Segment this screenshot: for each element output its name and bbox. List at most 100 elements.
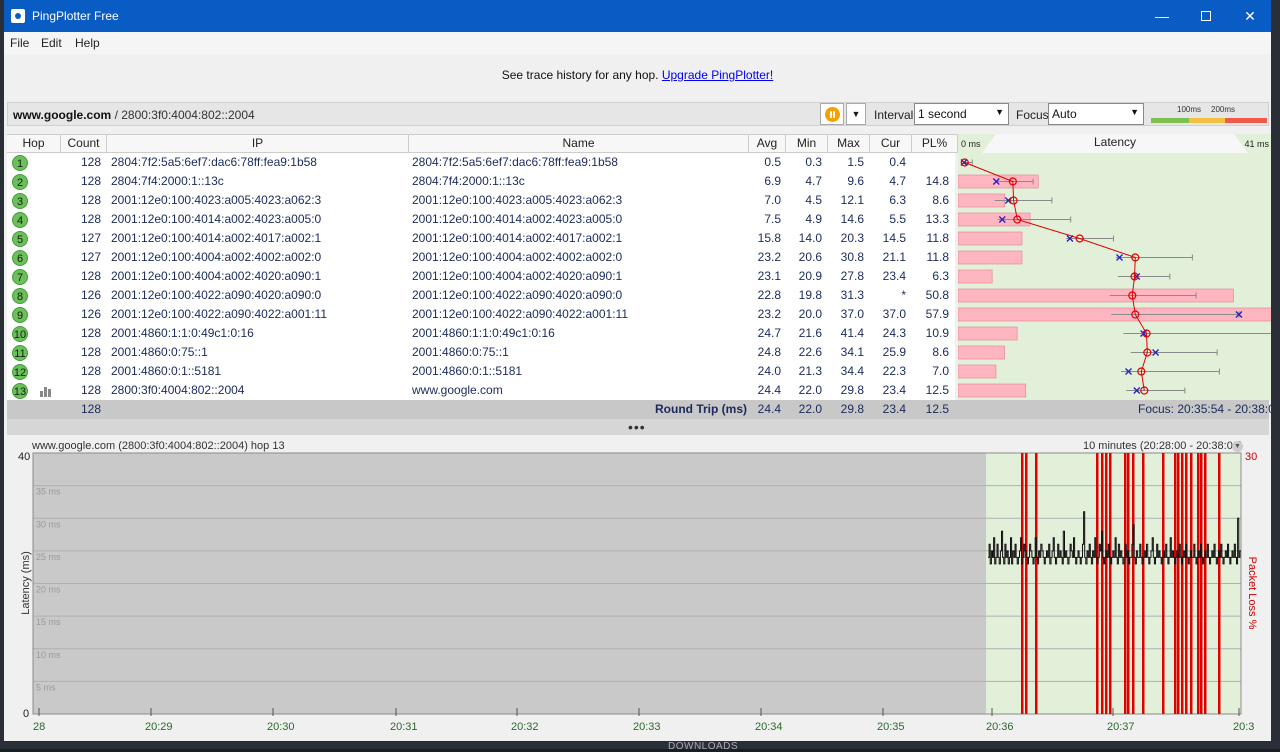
hop-name: 2001:12e0:100:4014:a002:4023:a005:0	[412, 212, 623, 226]
hop-row[interactable]: 3 128 2001:12e0:100:4023:a005:4023:a062:3 2…	[7, 191, 955, 210]
hop-row[interactable]: 10 128 2001:4860:1:1:0:49c1:0:16 2001:4860:…	[7, 324, 955, 343]
panel-splitter[interactable]: •••	[7, 419, 1269, 435]
packet-loss-bar	[958, 383, 1027, 398]
latency-scale: 100ms 200ms	[1151, 104, 1269, 124]
x-tick-label: 20:29	[145, 721, 173, 733]
hop-number-badge: 3	[12, 193, 28, 209]
grid-label: 10 ms	[36, 650, 61, 660]
col-min[interactable]: Min	[786, 135, 828, 153]
hop-ip: 2001:12e0:100:4022:a090:4020:a090:0	[111, 288, 322, 302]
summary-row: 128 Round Trip (ms) 24.4 22.0 29.8 23.4 …	[7, 400, 1271, 419]
x-tick-label: 28	[33, 721, 45, 733]
hop-pl: 10.9	[925, 326, 949, 340]
hop-name: www.google.com	[412, 383, 503, 397]
target-address[interactable]: www.google.com / 2800:3f0:4004:802::2004	[13, 108, 255, 122]
hop-row[interactable]: 2 128 2804:7f4:2000:1::13c 2804:7f4:2000:1:…	[7, 172, 955, 191]
hop-ip: 2001:12e0:100:4004:a002:4002:a002:0	[111, 250, 322, 264]
app-window: PingPlotter Free — ✕ File Edit Help See …	[4, 0, 1271, 741]
title-bar[interactable]: PingPlotter Free — ✕	[4, 0, 1271, 32]
target-bar: www.google.com / 2800:3f0:4004:802::2004…	[7, 102, 1269, 126]
desktop-background-bottom	[0, 741, 1280, 749]
hop-avg: 7.5	[764, 212, 781, 226]
packet-loss-bar	[958, 345, 1005, 360]
upgrade-banner: See trace history for any hop. Upgrade P…	[4, 68, 1271, 82]
hop-row[interactable]: 8 126 2001:12e0:100:4022:a090:4020:a090:0 2…	[7, 286, 955, 305]
hop-number-badge: 7	[12, 269, 28, 285]
col-name[interactable]: Name	[409, 135, 749, 153]
grid-label: 15 ms	[36, 617, 61, 627]
menu-help[interactable]: Help	[75, 36, 100, 50]
hop-row[interactable]: 9 126 2001:12e0:100:4022:a090:4022:a001:11…	[7, 305, 955, 324]
pause-icon	[825, 107, 840, 122]
packet-loss-line	[1021, 453, 1024, 714]
hop-row[interactable]: 11 128 2001:4860:0:75::1 2001:4860:0:75::1 2…	[7, 343, 955, 362]
packet-loss-line	[1181, 453, 1184, 714]
scale-good-bar	[1151, 118, 1189, 123]
hop-row[interactable]: 12 128 2001:4860:0:1::5181 2001:4860:0:1::5…	[7, 362, 955, 381]
packet-loss-line	[1190, 453, 1193, 714]
col-max[interactable]: Max	[828, 135, 870, 153]
hop-count: 128	[80, 155, 101, 169]
hop-row[interactable]: 13 128 2800:3f0:4004:802::2004 www.google.c…	[7, 381, 955, 400]
hop-min: 4.9	[805, 212, 822, 226]
hop-pl: 6.3	[932, 269, 949, 283]
timeline-graph[interactable]: 40 0 30 Latency (ms) Packet Loss % 35 ms…	[4, 448, 1271, 741]
menu-file[interactable]: File	[10, 36, 29, 50]
x-tick-label: 20:30	[267, 721, 295, 733]
hop-row[interactable]: 4 128 2001:12e0:100:4014:a002:4023:a005:0 2…	[7, 210, 955, 229]
hop-count: 128	[80, 364, 101, 378]
minimize-button[interactable]: —	[1140, 0, 1184, 32]
hop-max: 1.5	[847, 155, 864, 169]
hop-row[interactable]: 5 127 2001:12e0:100:4014:a002:4017:a002:1 2…	[7, 229, 955, 248]
col-avg[interactable]: Avg	[749, 135, 786, 153]
col-cur[interactable]: Cur	[870, 135, 912, 153]
hop-number-badge: 5	[12, 231, 28, 247]
packet-loss-line	[1200, 453, 1203, 714]
hop-count: 128	[80, 212, 101, 226]
latency-header[interactable]: Latency 0 ms 41 ms	[958, 134, 1271, 153]
grid-label: 5 ms	[36, 682, 56, 692]
pause-dropdown-button[interactable]: ▼	[846, 103, 866, 125]
summary-avg: 24.4	[757, 402, 781, 416]
hop-number-badge: 12	[12, 364, 28, 380]
col-ip[interactable]: IP	[107, 135, 409, 153]
hop-pl: 14.8	[925, 174, 949, 188]
pause-button[interactable]	[820, 103, 844, 125]
hop-count: 128	[80, 345, 101, 359]
hop-cur: 25.9	[882, 345, 906, 359]
hop-min: 4.7	[805, 174, 822, 188]
hop-pl: 57.9	[925, 307, 949, 321]
hop-ip: 2804:7f4:2000:1::13c	[111, 174, 224, 188]
menu-bar: File Edit Help	[4, 32, 1271, 54]
upgrade-link[interactable]: Upgrade PingPlotter!	[662, 68, 773, 82]
hop-row[interactable]: 1 128 2804:7f2:5a5:6ef7:dac6:78ff:fea9:1b5…	[7, 153, 955, 172]
focus-select[interactable]: Auto ▼	[1048, 103, 1144, 125]
col-pl[interactable]: PL%	[912, 135, 958, 153]
hop-cur: 23.4	[882, 383, 906, 397]
hop-ip: 2804:7f2:5a5:6ef7:dac6:78ff:fea9:1b58	[111, 155, 317, 169]
hop-avg: 6.9	[764, 174, 781, 188]
bar-chart-icon[interactable]	[40, 386, 52, 397]
y2-axis-top: 30	[1245, 451, 1257, 463]
hop-name: 2001:12e0:100:4022:a090:4022:a001:11	[412, 307, 628, 321]
interval-select[interactable]: 1 second ▼	[914, 103, 1009, 125]
packet-loss-line	[1197, 453, 1200, 714]
x-tick-label: 20:31	[390, 721, 418, 733]
packet-loss-bar	[958, 269, 993, 284]
maximize-button[interactable]	[1184, 0, 1228, 32]
hop-ip: 2001:4860:1:1:0:49c1:0:16	[111, 326, 254, 340]
app-icon	[11, 9, 25, 23]
hop-row[interactable]: 6 127 2001:12e0:100:4004:a002:4002:a002:0 2…	[7, 248, 955, 267]
grid-label: 20 ms	[36, 585, 61, 595]
col-hop[interactable]: Hop	[7, 135, 61, 153]
hop-number-badge: 13	[12, 383, 28, 399]
latency-graph[interactable]	[958, 153, 1271, 400]
packet-loss-line	[1132, 453, 1135, 714]
close-button[interactable]: ✕	[1228, 0, 1271, 32]
chevron-down-icon: ▼	[995, 107, 1004, 117]
menu-edit[interactable]: Edit	[41, 36, 62, 50]
bar-chart-icon-bar	[44, 387, 47, 397]
col-count[interactable]: Count	[61, 135, 107, 153]
hop-avg: 23.1	[757, 269, 781, 283]
hop-row[interactable]: 7 128 2001:12e0:100:4004:a002:4020:a090:1 2…	[7, 267, 955, 286]
